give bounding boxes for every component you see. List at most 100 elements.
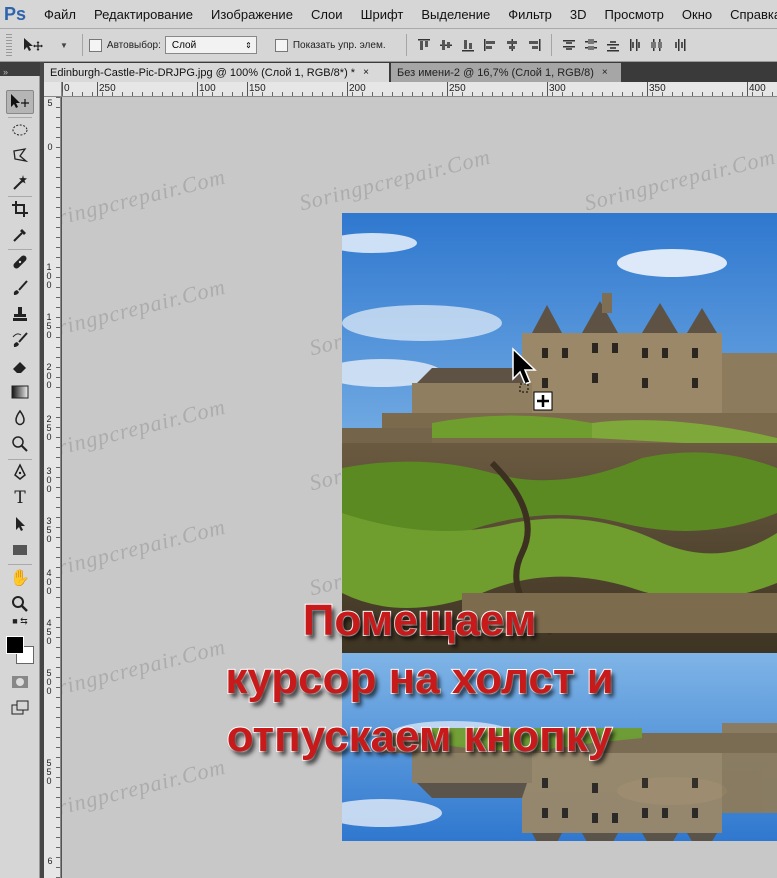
history-brush-tool-icon[interactable] bbox=[6, 328, 34, 352]
show-transform-controls-checkbox[interactable] bbox=[274, 38, 288, 52]
vertical-ruler: 5 0 1 0 0 1 5 0 2 0 0 2 5 0 3 0 0 3 5 0 … bbox=[44, 97, 61, 878]
gradient-tool-icon[interactable] bbox=[6, 380, 34, 404]
menu-file[interactable]: Файл bbox=[44, 7, 76, 22]
clone-stamp-tool-icon[interactable] bbox=[6, 302, 34, 326]
photoshop-logo: Ps bbox=[4, 3, 27, 24]
ruler-label: 5 bbox=[47, 98, 53, 108]
distribute-left-edges-icon[interactable] bbox=[624, 35, 646, 55]
tab-label: Edinburgh-Castle-Pic-DRJPG.jpg @ 100% (С… bbox=[50, 66, 356, 79]
menu-filter[interactable]: Фильтр bbox=[508, 7, 552, 22]
align-bottom-edges-icon[interactable] bbox=[457, 35, 479, 55]
crop-tool-icon[interactable] bbox=[6, 197, 34, 221]
instruction-caption: Помещаем курсор на холст и отпускаем кно… bbox=[62, 592, 777, 766]
align-top-edges-icon[interactable] bbox=[413, 35, 435, 55]
align-right-edges-icon[interactable] bbox=[523, 35, 545, 55]
caption-line-1: Помещаем bbox=[302, 595, 538, 646]
menu-help[interactable]: Справка bbox=[730, 7, 777, 22]
watermark: Soringpcrepair.Com bbox=[62, 393, 229, 466]
watermark: Soringpcrepair.Com bbox=[296, 143, 494, 216]
distribute-right-edges-icon[interactable] bbox=[668, 35, 690, 55]
menu-window[interactable]: Окно bbox=[682, 7, 712, 22]
autoselect-value: Слой bbox=[171, 39, 197, 51]
horizontal-ruler: 0 250 100 150 200 250 300 350 400 bbox=[62, 82, 777, 97]
pen-tool-icon[interactable] bbox=[6, 460, 34, 484]
document-tabs: Edinburgh-Castle-Pic-DRJPG.jpg @ 100% (С… bbox=[44, 62, 777, 82]
align-vertical-centers-icon[interactable] bbox=[435, 35, 457, 55]
watermark: Soringpcrepair.Com bbox=[62, 273, 229, 346]
ruler-label: 5 5 0 bbox=[46, 758, 52, 786]
menu-3d[interactable]: 3D bbox=[570, 7, 587, 22]
close-icon[interactable]: × bbox=[363, 67, 369, 78]
quick-mask-icon[interactable] bbox=[6, 670, 34, 694]
show-transform-controls-label: Показать упр. элем. bbox=[292, 39, 386, 51]
foreground-color-swatch[interactable] bbox=[6, 636, 24, 654]
ruler-label: 3 5 0 bbox=[46, 516, 52, 544]
options-grip[interactable] bbox=[6, 34, 12, 56]
dodge-tool-icon[interactable] bbox=[6, 432, 34, 456]
type-tool-icon[interactable]: T bbox=[6, 486, 34, 510]
zoom-tool-icon[interactable] bbox=[6, 592, 34, 616]
ruler-label: 4 0 0 bbox=[46, 568, 52, 596]
eyedropper-tool-icon[interactable] bbox=[6, 223, 34, 247]
ruler-label: 6 bbox=[47, 856, 53, 866]
marquee-tool-icon[interactable] bbox=[6, 118, 34, 142]
menu-type[interactable]: Шрифт bbox=[361, 7, 404, 22]
watermark: Soringpcrepair.Com bbox=[62, 513, 229, 586]
autoselect-label: Автовыбор: bbox=[106, 39, 161, 51]
menu-layer[interactable]: Слои bbox=[311, 7, 343, 22]
distribute-bottom-edges-icon[interactable] bbox=[602, 35, 624, 55]
distribute-vertical-centers-icon[interactable] bbox=[580, 35, 602, 55]
menu-edit[interactable]: Редактирование bbox=[94, 7, 193, 22]
caption-line-3: отпускаем кнопку bbox=[226, 711, 613, 762]
watermark: Soringpcrepair.Com bbox=[581, 143, 777, 216]
ruler-label: 2 5 0 bbox=[46, 414, 52, 442]
eraser-tool-icon[interactable] bbox=[6, 354, 34, 378]
magic-wand-tool-icon[interactable] bbox=[6, 170, 34, 194]
separator bbox=[405, 34, 407, 56]
ruler-minor-ticks bbox=[56, 97, 60, 878]
healing-brush-tool-icon[interactable] bbox=[6, 250, 34, 274]
toolbox-header[interactable]: » bbox=[0, 62, 44, 77]
ruler-label: 1 5 0 bbox=[46, 312, 52, 340]
ruler-corner bbox=[44, 82, 62, 97]
chevron-down-icon[interactable]: ▼ bbox=[60, 41, 68, 50]
brush-tool-icon[interactable] bbox=[6, 276, 34, 300]
lasso-tool-icon[interactable] bbox=[6, 144, 34, 168]
close-icon[interactable]: × bbox=[602, 67, 608, 78]
separator bbox=[550, 34, 552, 56]
ruler-minor-ticks bbox=[62, 92, 777, 96]
autoselect-dropdown[interactable]: Слой ⇕ bbox=[164, 36, 257, 54]
autoselect-checkbox[interactable] bbox=[88, 38, 102, 52]
menu-select[interactable]: Выделение bbox=[421, 7, 490, 22]
rectangle-tool-icon[interactable] bbox=[6, 538, 34, 562]
options-bar: ▼ Автовыбор: Слой ⇕ Показать упр. элем. bbox=[0, 29, 777, 62]
menu-bar: Ps Файл Редактирование Изображение Слои … bbox=[0, 0, 777, 29]
path-selection-tool-icon[interactable] bbox=[6, 512, 34, 536]
caption-line-2: курсор на холст и bbox=[224, 653, 614, 704]
default-colors-swap-icon[interactable]: ■ ⇆ bbox=[6, 614, 34, 628]
blur-tool-icon[interactable] bbox=[6, 406, 34, 430]
menu-image[interactable]: Изображение bbox=[211, 7, 293, 22]
ruler-label: 5 0 0 bbox=[46, 668, 52, 696]
toolbox: T ✋ ■ ⇆ bbox=[0, 76, 40, 878]
ruler-label: 2 0 0 bbox=[46, 362, 52, 390]
align-horizontal-centers-icon[interactable] bbox=[501, 35, 523, 55]
move-cursor-icon bbox=[510, 347, 556, 422]
tab-edinburgh-castle[interactable]: Edinburgh-Castle-Pic-DRJPG.jpg @ 100% (С… bbox=[44, 63, 389, 82]
tab-label: Без имени-2 @ 16,7% (Слой 1, RGB/8) bbox=[397, 66, 594, 79]
hand-tool-icon[interactable]: ✋ bbox=[6, 566, 34, 590]
distribute-horizontal-centers-icon[interactable] bbox=[646, 35, 668, 55]
separator bbox=[81, 34, 83, 56]
move-tool-icon[interactable] bbox=[6, 90, 34, 114]
tab-untitled-2[interactable]: Без имени-2 @ 16,7% (Слой 1, RGB/8) × bbox=[391, 63, 621, 82]
updown-arrows-icon: ⇕ bbox=[245, 40, 252, 50]
distribute-top-edges-icon[interactable] bbox=[558, 35, 580, 55]
separator bbox=[8, 564, 32, 565]
move-tool-preset-icon[interactable] bbox=[22, 36, 50, 54]
screen-mode-icon[interactable] bbox=[6, 696, 34, 720]
align-left-edges-icon[interactable] bbox=[479, 35, 501, 55]
menu-view[interactable]: Просмотр bbox=[605, 7, 664, 22]
ruler-label: 1 0 0 bbox=[46, 262, 52, 290]
ruler-label: 0 bbox=[47, 142, 53, 152]
ruler-label: 4 5 0 bbox=[46, 618, 52, 646]
